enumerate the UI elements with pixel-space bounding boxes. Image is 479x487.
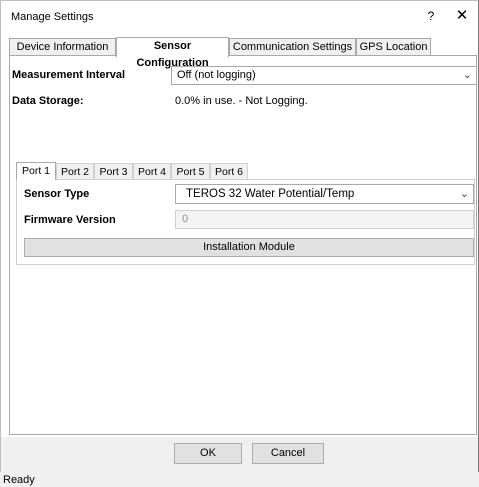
dialog-client: Device Information Sensor Configuration … bbox=[9, 37, 477, 435]
help-button[interactable]: ? bbox=[423, 9, 439, 25]
firmware-version-value: 0 bbox=[182, 213, 189, 225]
sensor-configuration-page: Measurement Interval Off (not logging) ⌄… bbox=[9, 55, 477, 435]
status-bar: Ready bbox=[0, 472, 479, 487]
close-icon[interactable]: ✕ bbox=[453, 7, 471, 25]
status-text: Ready bbox=[3, 474, 35, 486]
tab-port-3[interactable]: Port 3 bbox=[94, 163, 133, 179]
title-bar: Manage Settings ? ✕ bbox=[1, 1, 478, 34]
chevron-down-icon: ⌄ bbox=[462, 69, 472, 81]
tab-port-1[interactable]: Port 1 bbox=[16, 162, 56, 180]
window-title: Manage Settings bbox=[11, 11, 94, 23]
dialog-button-bar: OK Cancel bbox=[1, 437, 478, 473]
tab-port-4[interactable]: Port 4 bbox=[133, 163, 171, 179]
firmware-version-field[interactable]: 0 bbox=[175, 210, 474, 229]
measurement-interval-select[interactable]: Off (not logging) ⌄ bbox=[171, 66, 477, 85]
tab-port-5[interactable]: Port 5 bbox=[171, 163, 210, 179]
port-1-page: Sensor Type TEROS 32 Water Potential/Tem… bbox=[16, 179, 475, 265]
tab-gps-location[interactable]: GPS Location bbox=[356, 38, 431, 55]
installation-module-button[interactable]: Installation Module bbox=[24, 238, 474, 257]
sensor-type-label: Sensor Type bbox=[24, 188, 90, 200]
tab-device-information[interactable]: Device Information bbox=[9, 38, 116, 55]
tab-port-6[interactable]: Port 6 bbox=[210, 163, 248, 179]
firmware-version-label: Firmware Version bbox=[24, 214, 116, 226]
measurement-interval-label: Measurement Interval bbox=[12, 69, 126, 81]
chevron-down-icon: ⌄ bbox=[459, 188, 469, 200]
cancel-button[interactable]: Cancel bbox=[252, 443, 324, 464]
sensor-type-value: TEROS 32 Water Potential/Temp bbox=[186, 188, 355, 200]
tab-sensor-configuration[interactable]: Sensor Configuration bbox=[116, 37, 229, 69]
data-storage-value: 0.0% in use. - Not Logging. bbox=[175, 95, 308, 107]
manage-settings-window: Manage Settings ? ✕ Device Information S… bbox=[0, 0, 479, 474]
tab-port-2[interactable]: Port 2 bbox=[56, 163, 94, 179]
tab-communication-settings[interactable]: Communication Settings bbox=[229, 38, 356, 55]
sensor-type-select[interactable]: TEROS 32 Water Potential/Temp ⌄ bbox=[175, 184, 474, 204]
ok-button[interactable]: OK bbox=[174, 443, 242, 464]
data-storage-label: Data Storage: bbox=[12, 95, 84, 107]
